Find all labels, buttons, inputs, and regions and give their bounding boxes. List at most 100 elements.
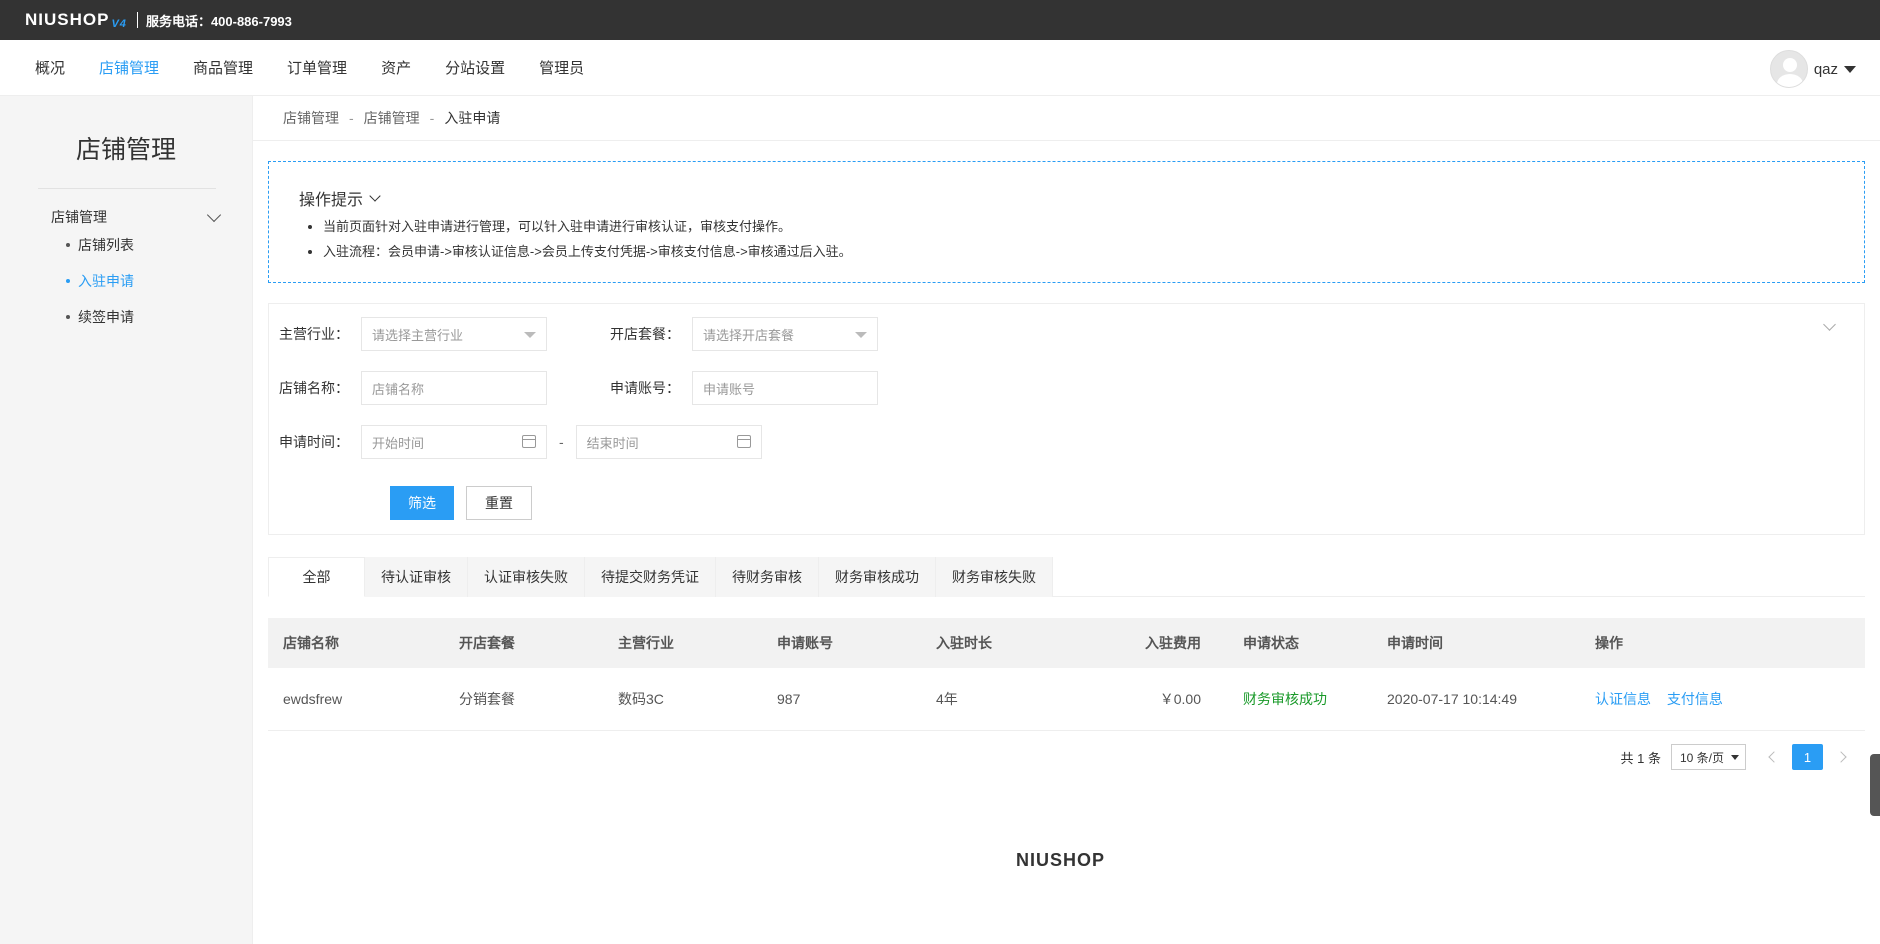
industry-select[interactable]: 请选择主营行业 <box>361 317 547 351</box>
account-input[interactable]: 申请账号 <box>692 371 878 405</box>
cell-time: 2020-07-17 10:14:49 <box>1387 691 1517 707</box>
chevron-down-icon[interactable] <box>206 207 222 223</box>
table-row: ewdsfrew 分销套餐 数码3C 987 4年 ￥0.00 财务审核成功 2… <box>268 668 1865 731</box>
cell-fee: ￥0.00 <box>1159 691 1201 707</box>
filter-row-package: 开店套餐： 请选择开店套餐 <box>600 317 878 351</box>
nav-admin[interactable]: 管理员 <box>539 57 584 78</box>
page-size-value: 10 条/页 <box>1680 750 1725 765</box>
filter-row-shop-name: 店铺名称： 店铺名称 <box>269 371 547 405</box>
tip-item: 入驻流程：会员申请->审核认证信息->会员上传支付凭据->审核支付信息->审核通… <box>323 239 1834 264</box>
start-time-input[interactable]: 开始时间 <box>361 425 547 459</box>
cell-industry: 数码3C <box>618 691 664 707</box>
tab-pending-finance-review[interactable]: 待财务审核 <box>716 557 819 597</box>
tip-item: 当前页面针对入驻申请进行管理，可以针入驻申请进行审核认证，审核支付操作。 <box>323 214 1834 239</box>
total-count: 共 1 条 <box>1620 750 1661 766</box>
search-button[interactable]: 筛选 <box>390 486 454 520</box>
sidebar-group-shop-management[interactable]: 店铺管理 <box>51 207 222 227</box>
bullet-icon <box>66 315 70 319</box>
breadcrumb-item[interactable]: 店铺管理 <box>364 108 420 128</box>
sidebar: 店铺管理 店铺管理 店铺列表 入驻申请 续签申请 <box>0 96 253 944</box>
column-header: 申请时间 <box>1387 635 1443 651</box>
nav-assets[interactable]: 资产 <box>381 57 411 78</box>
nav-substation-settings[interactable]: 分站设置 <box>445 57 505 78</box>
column-header: 主营行业 <box>618 635 674 651</box>
auth-info-link[interactable]: 认证信息 <box>1595 691 1651 707</box>
filter-row-industry: 主营行业： 请选择主营行业 <box>269 317 547 351</box>
dropdown-arrow-icon <box>524 332 536 338</box>
sidebar-item-renew-apply[interactable]: 续签申请 <box>66 299 252 335</box>
username[interactable]: qaz <box>1814 61 1838 78</box>
industry-placeholder: 请选择主营行业 <box>372 327 464 343</box>
page-number-current[interactable]: 1 <box>1792 744 1823 770</box>
dropdown-arrow-icon <box>855 332 867 338</box>
reset-button[interactable]: 重置 <box>466 486 532 520</box>
column-header: 申请账号 <box>777 635 833 651</box>
column-header: 入驻费用 <box>1145 635 1201 651</box>
apply-table: 店铺名称 开店套餐 主营行业 申请账号 入驻时长 入驻费用 申请状态 申请时间 … <box>268 618 1865 731</box>
package-select[interactable]: 请选择开店套餐 <box>692 317 878 351</box>
caret-down-icon[interactable] <box>1844 65 1856 73</box>
next-page-icon[interactable] <box>1835 751 1847 763</box>
column-header: 入驻时长 <box>936 635 992 651</box>
sidebar-title: 店铺管理 <box>75 136 176 164</box>
filter-panel: 主营行业： 请选择主营行业 开店套餐： 请选择开店套餐 店铺名称： 店铺名称 申… <box>268 303 1865 535</box>
tab-pending-finance-voucher[interactable]: 待提交财务凭证 <box>585 557 716 597</box>
logo-text: NIUSHOP <box>25 10 110 29</box>
niushop-logo[interactable]: NIUSHOP V4 <box>25 10 127 30</box>
dropdown-arrow-icon <box>1731 755 1739 760</box>
footer-logo: NIUSHOP <box>1016 850 1106 870</box>
payment-info-link[interactable]: 支付信息 <box>1667 691 1723 707</box>
side-float-tab[interactable] <box>1870 754 1880 816</box>
range-separator: - <box>559 434 564 450</box>
sidebar-item-label: 续签申请 <box>78 309 134 325</box>
column-header: 申请状态 <box>1243 635 1299 651</box>
sidebar-item-shop-list[interactable]: 店铺列表 <box>66 227 252 263</box>
nav-shop-management[interactable]: 店铺管理 <box>99 57 159 78</box>
nav-overview[interactable]: 概况 <box>35 57 65 78</box>
sidebar-item-settle-apply[interactable]: 入驻申请 <box>66 263 252 299</box>
table-header: 店铺名称 开店套餐 主营行业 申请账号 入驻时长 入驻费用 申请状态 申请时间 … <box>268 618 1865 668</box>
logo-version: V4 <box>111 18 127 30</box>
sidebar-item-label: 入驻申请 <box>78 273 134 289</box>
industry-label: 主营行业： <box>279 326 349 342</box>
cell-account: 987 <box>777 691 801 707</box>
calendar-icon[interactable] <box>522 435 536 448</box>
cell-shop-name: ewdsfrew <box>283 691 343 707</box>
sidebar-item-label: 店铺列表 <box>78 237 134 253</box>
package-label: 开店套餐： <box>610 326 680 342</box>
nav-goods-management[interactable]: 商品管理 <box>193 57 253 78</box>
chevron-down-icon[interactable] <box>369 190 381 202</box>
collapse-chevron-icon[interactable] <box>1823 318 1836 331</box>
tab-finance-failed[interactable]: 财务审核失败 <box>936 557 1053 597</box>
shop-name-input[interactable]: 店铺名称 <box>361 371 547 405</box>
operation-tips: 操作提示 当前页面针对入驻申请进行管理，可以针入驻申请进行审核认证，审核支付操作… <box>268 161 1865 283</box>
tab-pending-auth[interactable]: 待认证审核 <box>365 557 468 597</box>
page-size-select[interactable]: 10 条/页 <box>1671 744 1746 770</box>
breadcrumb: 店铺管理 - 店铺管理 - 入驻申请 <box>253 96 1880 141</box>
status-badge: 财务审核成功 <box>1243 691 1327 707</box>
time-label: 申请时间： <box>279 434 349 450</box>
shop-name-label: 店铺名称： <box>279 380 349 396</box>
pagination: 共 1 条 10 条/页 1 <box>1620 744 1847 770</box>
avatar[interactable] <box>1769 50 1808 88</box>
tips-header[interactable]: 操作提示 <box>299 186 1834 210</box>
account-label: 申请账号： <box>610 380 680 396</box>
filter-row-account: 申请账号： 申请账号 <box>600 371 878 405</box>
tab-finance-success[interactable]: 财务审核成功 <box>819 557 936 597</box>
breadcrumb-item[interactable]: 店铺管理 <box>283 108 339 128</box>
bullet-icon <box>66 243 70 247</box>
status-tabs: 全部 待认证审核 认证审核失败 待提交财务凭证 待财务审核 财务审核成功 财务审… <box>268 557 1865 597</box>
cell-package: 分销套餐 <box>459 691 515 707</box>
column-header: 开店套餐 <box>459 635 515 651</box>
tab-auth-failed[interactable]: 认证审核失败 <box>468 557 585 597</box>
tab-all[interactable]: 全部 <box>268 557 365 597</box>
user-menu[interactable]: qaz <box>1769 50 1856 88</box>
nav-order-management[interactable]: 订单管理 <box>287 57 347 78</box>
bullet-icon <box>66 279 70 283</box>
prev-page-icon[interactable] <box>1768 751 1780 763</box>
sidebar-group-label: 店铺管理 <box>51 209 107 225</box>
end-time-input[interactable]: 结束时间 <box>575 425 762 459</box>
tips-title: 操作提示 <box>299 192 364 209</box>
calendar-icon[interactable] <box>736 435 751 448</box>
service-phone: 服务电话：400-886-7993 <box>145 13 292 29</box>
